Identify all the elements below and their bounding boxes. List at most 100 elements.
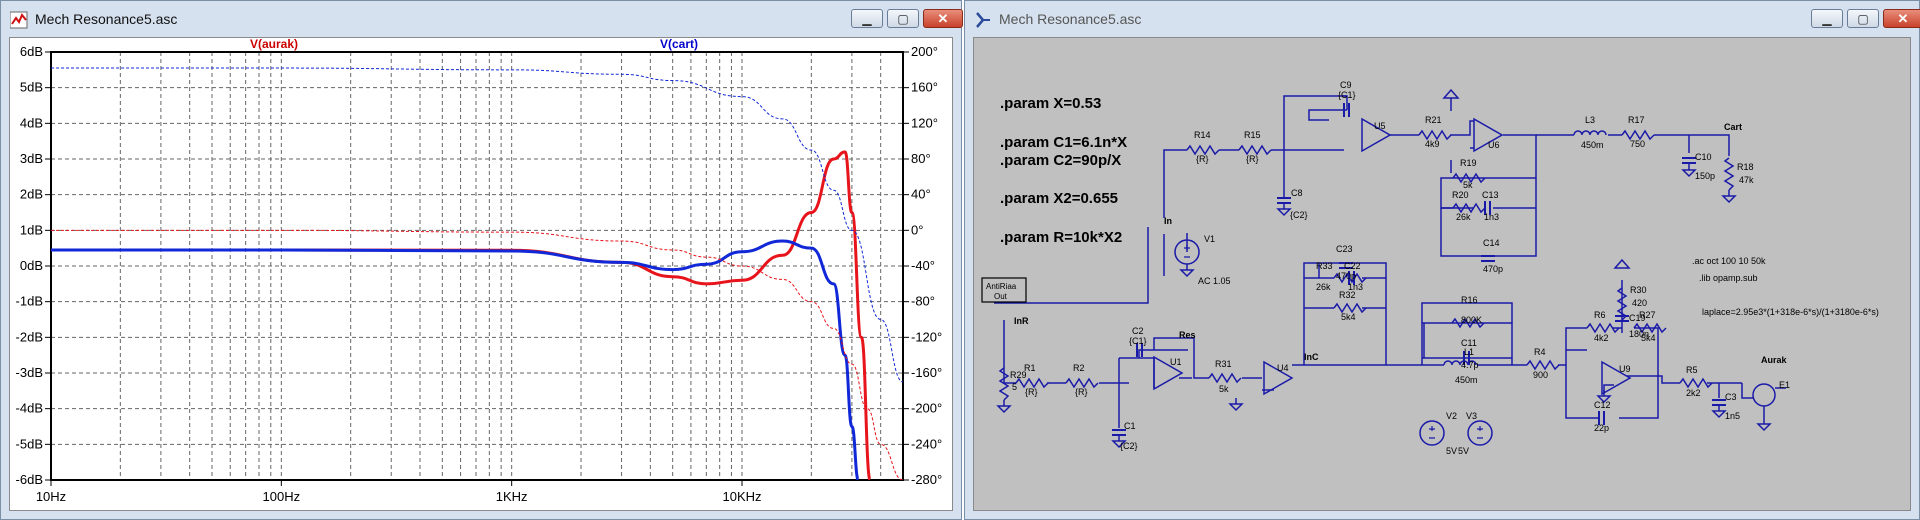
r5-label: R5	[1686, 365, 1698, 375]
y2-tick-label: -160°	[911, 365, 942, 380]
x-tick-label: 10KHz	[722, 489, 761, 504]
schematic-window: Mech Resonance5.asc ▁ ▢ ✕ .param X=0.53 …	[964, 0, 1920, 520]
param-c1[interactable]: .param C1=6.1n*X	[1000, 134, 1127, 151]
r16-label: R16	[1461, 295, 1478, 305]
r2-resistor[interactable]	[1065, 377, 1099, 389]
r31-resistor[interactable]	[1208, 372, 1242, 384]
r2-label: R2	[1073, 363, 1085, 373]
waveform-title-bar[interactable]: Mech Resonance5.asc ▁ ▢ ✕	[1, 1, 963, 37]
c14-capacitor[interactable]	[1481, 255, 1495, 262]
r18-resistor[interactable]	[1723, 157, 1735, 191]
waveform-window: Mech Resonance5.asc ▁ ▢ ✕ 6dB 5dB 4dB 3dB 2d…	[0, 0, 963, 520]
r14-value: {R}	[1196, 154, 1209, 164]
c3-capacitor[interactable]	[1712, 399, 1726, 406]
bode-plot[interactable]: 6dB 5dB 4dB 3dB 2dB 1dB 0dB -1dB -2dB -3dB -4dB -5d…	[10, 38, 954, 512]
c14-label: C14	[1483, 238, 1500, 248]
y2-tick-label: -240°	[911, 436, 942, 451]
ground-icon	[996, 400, 1012, 414]
r4-resistor[interactable]	[1526, 359, 1560, 371]
schematic-drawing[interactable]: .param X=0.53 .param C1=6.1n*X .param C2…	[974, 38, 1912, 512]
y-tick-label: -3dB	[16, 365, 43, 380]
maximize-button[interactable]: ▢	[1847, 9, 1879, 28]
r29-value: 5	[1012, 382, 1017, 392]
c1-label: C1	[1124, 421, 1136, 431]
l3-inductor[interactable]	[1573, 130, 1607, 136]
legend-vcart[interactable]: V(cart)	[660, 38, 698, 51]
r18-value: 47k	[1739, 175, 1754, 185]
ac-directive[interactable]: .ac oct 100 10 50k	[1692, 256, 1766, 266]
c1-value: {C2}	[1120, 441, 1138, 451]
e1-source[interactable]	[1752, 383, 1776, 407]
c23-label: C23	[1336, 244, 1353, 254]
l1-label: L1	[1464, 347, 1474, 357]
r33-label: R33	[1316, 261, 1333, 271]
lib-directive[interactable]: .lib opamp.sub	[1699, 273, 1758, 283]
y2-tick-label: 200°	[911, 44, 938, 59]
c3-value: 1n5	[1725, 411, 1740, 421]
c10-value: 150p	[1695, 171, 1715, 181]
y-tick-label: 0dB	[20, 258, 43, 273]
r29-resistor[interactable]	[998, 367, 1010, 401]
r1-resistor[interactable]	[1015, 377, 1049, 389]
c22-label: C22	[1344, 261, 1361, 271]
v1-ac-value: AC 1.05	[1198, 276, 1231, 286]
v2-source[interactable]	[1419, 420, 1445, 446]
ground-icon	[1276, 203, 1292, 217]
param-r[interactable]: .param R=10k*X2	[1000, 229, 1122, 246]
plot-area[interactable]: 6dB 5dB 4dB 3dB 2dB 1dB 0dB -1dB -2dB -3dB -4dB -5d…	[9, 37, 953, 511]
c8-capacitor[interactable]	[1277, 197, 1291, 204]
supply-arrow-icon	[1442, 88, 1460, 99]
ground-icon	[1756, 418, 1772, 432]
window-controls: ▁ ▢ ✕	[1811, 9, 1920, 29]
maximize-button[interactable]: ▢	[887, 9, 919, 28]
r15-resistor[interactable]	[1238, 144, 1272, 156]
close-button[interactable]: ✕	[923, 9, 963, 28]
ground-icon	[1681, 164, 1697, 178]
param-x[interactable]: .param X=0.53	[1000, 95, 1101, 112]
schematic-canvas[interactable]: .param X=0.53 .param C1=6.1n*X .param C2…	[973, 37, 1911, 511]
cart-net-label: Cart	[1724, 122, 1742, 132]
c10-capacitor[interactable]	[1682, 157, 1696, 164]
param-c2[interactable]: .param C2=90p/X	[1000, 152, 1121, 169]
r15-value: {R}	[1246, 154, 1259, 164]
r32-resistor[interactable]	[1333, 302, 1367, 314]
y2-tick-label: 80°	[911, 151, 931, 166]
r4-label: R4	[1534, 347, 1546, 357]
u5-label: U5	[1374, 121, 1386, 131]
x-tick-label: 10Hz	[36, 489, 66, 504]
r20-value: 26k	[1456, 212, 1471, 222]
minimize-button[interactable]: ▁	[851, 9, 883, 28]
vcart-phase-trace[interactable]	[51, 67, 903, 383]
c9-value: {C1}	[1338, 90, 1356, 100]
v2-value: 5V	[1446, 446, 1457, 456]
r33-value: 26k	[1316, 282, 1331, 292]
c8-label: C8	[1291, 188, 1303, 198]
r21-label: R21	[1425, 115, 1442, 125]
param-x2[interactable]: .param X2=0.655	[1000, 190, 1118, 207]
r17-value: 750	[1630, 139, 1645, 149]
y-tick-label: 4dB	[20, 115, 43, 130]
y-tick-label: 2dB	[20, 187, 43, 202]
r2-value: {R}	[1075, 387, 1088, 397]
y-tick-label: 1dB	[20, 222, 43, 237]
y2-tick-label: -40°	[911, 258, 935, 273]
laplace-directive[interactable]: laplace=2.95e3*(1+318e-6*s)/(1+3180e-6*s…	[1702, 307, 1879, 317]
r20-resistor[interactable]	[1452, 202, 1486, 214]
v2-label: V2	[1446, 411, 1457, 421]
r14-resistor[interactable]	[1186, 144, 1220, 156]
c14-value: 470p	[1483, 264, 1503, 274]
y2-tick-label: 0°	[911, 222, 923, 237]
y-tick-label: -1dB	[16, 294, 43, 309]
r21-resistor[interactable]	[1418, 129, 1452, 141]
waveform-app-icon	[10, 11, 28, 29]
e1-wires	[1749, 387, 1786, 418]
schematic-title-bar[interactable]: Mech Resonance5.asc ▁ ▢ ✕	[965, 1, 1920, 37]
vaurak-phase-trace[interactable]	[51, 229, 903, 480]
x-tick-label: 1KHz	[496, 489, 528, 504]
v3-source[interactable]	[1467, 420, 1493, 446]
r17-resistor[interactable]	[1621, 129, 1655, 141]
close-button[interactable]: ✕	[1883, 9, 1920, 28]
minimize-button[interactable]: ▁	[1811, 9, 1843, 28]
legend-vaurak[interactable]: V(aurak)	[250, 38, 298, 51]
e1-label: E1	[1779, 380, 1790, 390]
